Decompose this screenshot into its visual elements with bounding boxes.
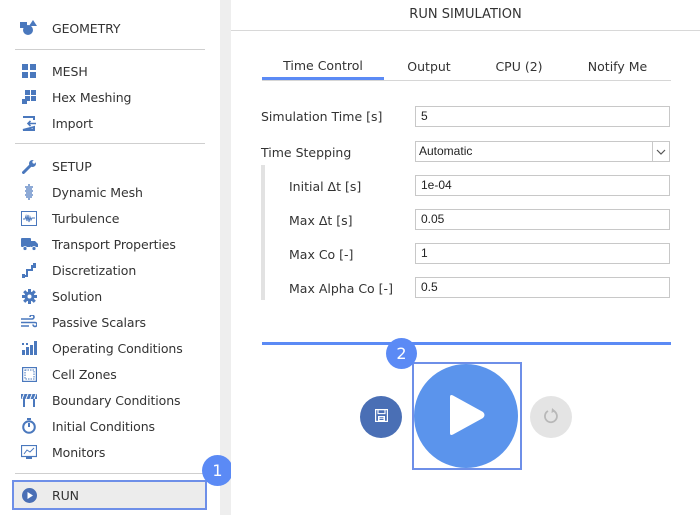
actions-divider xyxy=(262,342,671,345)
play-icon xyxy=(446,394,486,439)
sidebar-item-setup[interactable]: SETUP xyxy=(12,153,207,179)
stopwatch-icon xyxy=(20,417,38,435)
max-dt-label: Max Δt [s] xyxy=(289,213,353,228)
barrier-icon xyxy=(20,391,38,409)
simulation-time-input[interactable]: 5 xyxy=(415,106,670,127)
sidebar-item-run[interactable]: RUN xyxy=(12,480,207,510)
sidebar-item-label: Solution xyxy=(52,288,103,304)
sidebar-item-label: Dynamic Mesh xyxy=(52,184,143,200)
sidebar-item-initial-conditions[interactable]: Initial Conditions xyxy=(12,413,207,439)
reset-icon xyxy=(543,407,559,427)
title-divider xyxy=(231,30,700,31)
sidebar-item-label: Cell Zones xyxy=(52,366,117,382)
max-dt-input[interactable]: 0.05 xyxy=(415,209,670,230)
play-circle-icon xyxy=(20,486,38,504)
sidebar-item-passive-scalars[interactable]: Passive Scalars xyxy=(12,309,207,335)
max-co-label: Max Co [-] xyxy=(289,247,354,262)
sidebar-item-import[interactable]: Import xyxy=(12,110,207,136)
wind-icon xyxy=(20,313,38,331)
sidebar-item-label: Monitors xyxy=(52,444,106,460)
chevron-down-icon[interactable] xyxy=(652,142,669,161)
sidebar-item-label: Passive Scalars xyxy=(52,314,146,330)
max-alpha-co-input[interactable]: 0.5 xyxy=(415,277,670,298)
sidebar-item-label: Import xyxy=(52,115,93,131)
import-icon xyxy=(20,114,38,132)
monitor-icon xyxy=(20,443,38,461)
max-co-input[interactable]: 1 xyxy=(415,243,670,264)
time-stepping-select[interactable]: Automatic xyxy=(415,141,670,162)
sidebar-item-hex-meshing[interactable]: Hex Meshing xyxy=(12,84,207,110)
sub-settings-indicator xyxy=(261,165,265,300)
step-badge-1: 1 xyxy=(202,455,233,486)
step-badge-2: 2 xyxy=(386,338,417,369)
max-alpha-co-label: Max Alpha Co [-] xyxy=(289,281,393,296)
page-title: RUN SIMULATION xyxy=(409,7,522,22)
sidebar-item-cell-zones[interactable]: Cell Zones xyxy=(12,361,207,387)
truck-icon xyxy=(20,235,38,253)
sidebar-item-operating-conditions[interactable]: Operating Conditions xyxy=(12,335,207,361)
sidebar-item-dynamic-mesh[interactable]: Dynamic Mesh xyxy=(12,179,207,205)
discretization-icon xyxy=(20,261,38,279)
sidebar-divider xyxy=(15,49,205,50)
sidebar-divider xyxy=(15,473,205,474)
simulation-time-label: Simulation Time [s] xyxy=(261,109,383,124)
cell-zone-icon xyxy=(20,365,38,383)
run-simulation-panel: RUN SIMULATION Time Control Output CPU (… xyxy=(231,0,700,515)
sidebar-item-label: RUN xyxy=(52,487,79,503)
tab-time-control[interactable]: Time Control xyxy=(262,53,384,80)
tab-bar: Time Control Output CPU (2) Notify Me xyxy=(262,53,671,81)
sidebar-item-label: Hex Meshing xyxy=(52,89,132,105)
time-stepping-label: Time Stepping xyxy=(261,145,352,160)
sidebar-item-label: Transport Properties xyxy=(52,236,176,252)
time-stepping-value: Automatic xyxy=(419,144,473,158)
sidebar-scrollbar-gutter xyxy=(220,0,231,515)
hex-grid-icon xyxy=(20,88,38,106)
sidebar-item-label: Initial Conditions xyxy=(52,418,155,434)
run-simulation-button[interactable] xyxy=(414,364,518,468)
sidebar-item-discretization[interactable]: Discretization xyxy=(12,257,207,283)
sidebar-item-solution[interactable]: Solution xyxy=(12,283,207,309)
sidebar-item-label: SETUP xyxy=(52,158,92,174)
spring-icon xyxy=(20,183,38,201)
reset-button[interactable] xyxy=(530,396,572,438)
initial-dt-label: Initial Δt [s] xyxy=(289,179,362,194)
sidebar-divider xyxy=(15,143,205,144)
sidebar: GEOMETRY MESH Hex Meshing Import SETUP D… xyxy=(0,0,220,515)
save-icon xyxy=(374,409,388,425)
initial-dt-input[interactable]: 1e-04 xyxy=(415,175,670,196)
sidebar-item-label: Operating Conditions xyxy=(52,340,183,356)
sidebar-item-turbulence[interactable]: Turbulence xyxy=(12,205,207,231)
sidebar-item-label: GEOMETRY xyxy=(52,20,121,36)
sidebar-item-label: Discretization xyxy=(52,262,137,278)
sidebar-item-monitors[interactable]: Monitors xyxy=(12,439,207,465)
bar-chart-icon xyxy=(20,339,38,357)
gear-icon xyxy=(20,287,38,305)
wrench-icon xyxy=(20,157,38,175)
sidebar-item-geometry[interactable]: GEOMETRY xyxy=(12,15,207,41)
waveform-icon xyxy=(20,209,38,227)
shapes-icon xyxy=(20,19,38,37)
tab-output[interactable]: Output xyxy=(384,53,474,80)
sidebar-item-transport-properties[interactable]: Transport Properties xyxy=(12,231,207,257)
grid-icon xyxy=(20,62,38,80)
save-button[interactable] xyxy=(360,396,402,438)
sidebar-item-label: MESH xyxy=(52,63,88,79)
sidebar-item-mesh[interactable]: MESH xyxy=(12,58,207,84)
sidebar-item-boundary-conditions[interactable]: Boundary Conditions xyxy=(12,387,207,413)
tab-notify-me[interactable]: Notify Me xyxy=(564,53,671,80)
tab-cpu[interactable]: CPU (2) xyxy=(474,53,564,80)
sidebar-item-label: Turbulence xyxy=(52,210,120,226)
sidebar-item-label: Boundary Conditions xyxy=(52,392,181,408)
